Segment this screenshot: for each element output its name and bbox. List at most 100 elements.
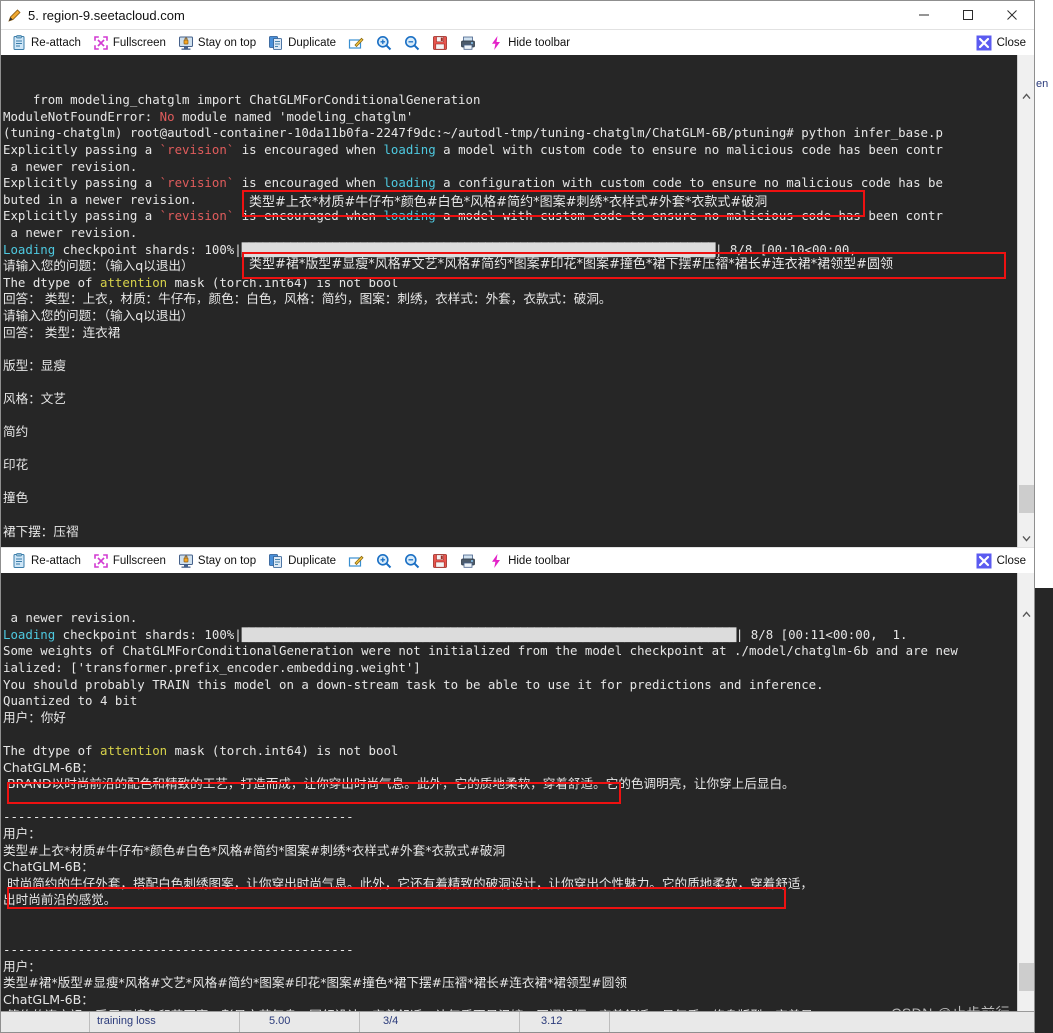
toolbar-close-button[interactable]: Close	[974, 33, 1028, 53]
terminal-line: The dtype of attention mask (torch.int64…	[3, 275, 1034, 292]
terminal-line: Explicitly passing a `revision` is encou…	[3, 175, 1034, 192]
terminal-line: Some weights of ChatGLMForConditionalGen…	[3, 643, 1034, 660]
terminal-text: buted in a newer revision.	[3, 191, 197, 207]
terminal-line: ChatGLM-6B：	[3, 992, 1034, 1009]
terminal-pane-top[interactable]: from modeling_chatglm import ChatGLMForC…	[1, 55, 1034, 547]
toolbar2-zoom-in-button[interactable]	[370, 550, 398, 572]
toolbar-reattach-button[interactable]: Re-attach	[5, 32, 87, 54]
toolbar-fullscreen-button[interactable]: Fullscreen	[87, 32, 172, 54]
toolbar2-fullscreen-button[interactable]: Fullscreen	[87, 550, 172, 572]
terminal-bottom-scrollbar[interactable]	[1017, 573, 1034, 1032]
terminal-text: a configuration with custom code to ensu…	[435, 175, 943, 191]
toolbar2-reattach-button[interactable]: Re-attach	[5, 550, 87, 572]
bg-window-strip	[1035, 588, 1053, 1033]
terminal-text: | 8/8 [00:11<00:00, 1.	[735, 626, 908, 642]
terminal-line: Quantized to 4 bit	[3, 693, 1034, 710]
toolbar-save-button[interactable]	[426, 32, 454, 54]
toolbar-hide-toolbar-button[interactable]: Hide toolbar	[482, 32, 576, 54]
terminal-text: checkpoint shards: 100%|	[55, 241, 242, 257]
save-icon	[432, 35, 448, 51]
toolbar-duplicate-label: Duplicate	[288, 36, 337, 49]
terminal-text: 回答： 类型：连衣裙	[3, 324, 121, 340]
scroll-up-button[interactable]	[1018, 88, 1034, 106]
terminal-line: 时尚简约的牛仔外套，搭配白色刺绣图案，让你穿出时尚气息。此外，它还有着精致的破洞…	[3, 876, 1034, 893]
terminal-line: ----------------------------------------…	[3, 942, 1034, 959]
toolbar-zoom-in-button[interactable]	[370, 32, 398, 54]
terminal-text: Explicitly passing a	[3, 141, 160, 157]
toolbar2-hide-toolbar-button[interactable]: Hide toolbar	[482, 550, 576, 572]
bg-window-strip	[1035, 138, 1053, 588]
terminal-text: 请输入您的问题：（输入q以退出）	[3, 258, 194, 274]
toolbar2-zoom-out-button[interactable]	[398, 550, 426, 572]
close-button[interactable]	[990, 1, 1034, 29]
terminal-text: The dtype of	[3, 274, 100, 290]
lightning-icon	[488, 553, 504, 569]
zoom-out-icon	[404, 35, 420, 51]
window-title: 5. region-9.seetacloud.com	[28, 7, 185, 23]
terminal-text: a newer revision.	[3, 224, 138, 240]
terminal-line: You should probably TRAIN this model on …	[3, 677, 1034, 694]
sliver-cell: training loss	[97, 1015, 156, 1027]
toolbar2-fullscreen-label: Fullscreen	[112, 554, 166, 567]
terminal-text: (tuning-chatglm) root@autodl-container-1…	[3, 125, 943, 141]
terminal-line: Loading checkpoint shards: 100%|████████…	[3, 627, 1034, 644]
terminal-text: is encouraged when	[234, 175, 384, 191]
toolbar-duplicate-button[interactable]: Duplicate	[262, 32, 342, 54]
scroll-thumb[interactable]	[1019, 963, 1034, 991]
lightning-icon	[488, 35, 504, 51]
terminal-text: 版型：显瘦	[3, 357, 66, 373]
highlighted-prompt-2: 类型#裙*版型#显瘦*风格#文艺*风格#简约*图案#印花*图案#撞色*裙下摆#压…	[249, 257, 894, 272]
toolbar-print-button[interactable]	[454, 32, 482, 54]
toolbar2-close-button[interactable]: Close	[974, 551, 1028, 571]
terminal-line: 请输入您的问题：（输入q以退出）	[3, 308, 1034, 325]
toolbar2-edit-button[interactable]	[342, 550, 370, 572]
maximize-button[interactable]	[946, 1, 990, 29]
terminal-text: `revision`	[159, 175, 235, 191]
toolbar2-save-button[interactable]	[426, 550, 454, 572]
terminal-text: mask (torch.int64) is not bool	[167, 742, 399, 758]
terminal-top-scrollbar[interactable]	[1017, 55, 1034, 547]
scroll-up-button[interactable]	[1018, 606, 1034, 624]
terminal-line: 回答： 类型：上衣，材质：牛仔布，颜色：白色，风格：简约，图案：刺绣，衣样式：外…	[3, 291, 1034, 308]
terminal-text: 印花	[3, 457, 29, 473]
terminal-text: Loading	[3, 241, 56, 257]
terminal-line: ChatGLM-6B：	[3, 760, 1034, 777]
toolbar2-duplicate-button[interactable]: Duplicate	[262, 550, 342, 572]
terminal-text: a model with custom code to ensure no ma…	[435, 141, 943, 157]
reattach-icon	[11, 552, 27, 569]
terminal-top-lines: from modeling_chatglm import ChatGLMForC…	[3, 92, 1034, 547]
terminal-text: 类型#上衣*材质#牛仔布*颜色#白色*风格#简约*图案#刺绣*衣样式#外套*衣款…	[3, 842, 506, 858]
terminal-pane-bottom[interactable]: a newer revision. Loading checkpoint shar…	[1, 573, 1034, 1032]
close-x-icon	[976, 553, 992, 569]
terminal-text: 撞色	[3, 490, 29, 506]
toolbar-zoom-out-button[interactable]	[398, 32, 426, 54]
terminal-text: `revision`	[159, 208, 235, 224]
terminal-text: ----------------------------------------…	[3, 942, 354, 958]
toolbar-edit-button[interactable]	[342, 32, 370, 54]
terminal-text: You should probably TRAIN this model on …	[3, 676, 824, 692]
print-icon	[460, 35, 476, 51]
toolbar2-print-button[interactable]	[454, 550, 482, 572]
toolbar-stay-on-top-label: Stay on top	[197, 36, 257, 49]
minimize-button[interactable]	[902, 1, 946, 29]
terminal-text: ialized: ['transformer.prefix_encoder.em…	[3, 659, 421, 675]
terminal-text: ████████████████████████████████████████…	[241, 626, 737, 642]
terminal-text: loading	[383, 175, 436, 191]
terminal-text: attention	[99, 274, 168, 290]
toolbar-stay-on-top-button[interactable]: Stay on top	[172, 32, 262, 54]
toolbar-reattach-label: Re-attach	[31, 36, 81, 49]
save-icon	[432, 553, 448, 569]
toolbar2-hide-toolbar-label: Hide toolbar	[508, 554, 571, 567]
terminal-line: (tuning-chatglm) root@autodl-container-1…	[3, 125, 1034, 142]
toolbar2-stay-on-top-button[interactable]: Stay on top	[172, 550, 262, 572]
duplicate-icon	[268, 35, 284, 51]
scroll-thumb[interactable]	[1019, 485, 1034, 513]
terminal-window: 5. region-9.seetacloud.com Re-attach Ful…	[0, 0, 1035, 1033]
scroll-down-button[interactable]	[1018, 530, 1034, 547]
